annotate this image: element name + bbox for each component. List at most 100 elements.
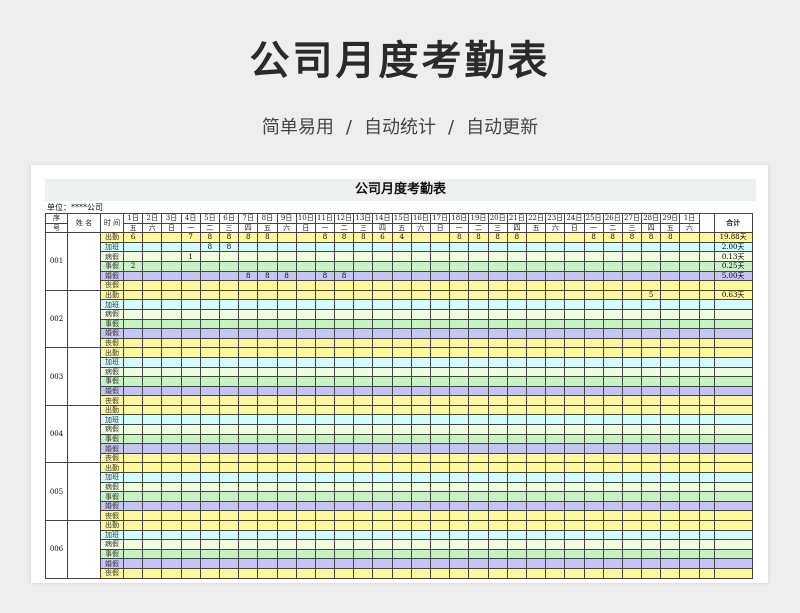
table-row: 婚假	[46, 443, 753, 454]
day-cell	[410, 424, 432, 435]
day-header: 7日	[238, 213, 259, 224]
day-cell	[564, 452, 585, 464]
day-cell: 8	[257, 232, 278, 243]
day-cell	[468, 529, 489, 541]
day-cell	[199, 318, 220, 330]
weekday-header: 五	[525, 222, 547, 234]
day-cell	[276, 395, 297, 406]
day-cell	[314, 548, 336, 560]
day-cell	[122, 356, 144, 368]
day-cell	[602, 462, 623, 474]
day-cell	[468, 539, 489, 550]
weekday-header: 四	[506, 222, 527, 234]
day-cell	[334, 510, 355, 521]
day-cell	[391, 385, 412, 397]
day-cell	[295, 558, 316, 569]
day-cell	[545, 452, 566, 464]
day-cell	[468, 347, 489, 358]
day-cell	[525, 395, 547, 406]
day-cell	[564, 337, 585, 349]
day-cell	[334, 241, 355, 253]
day-cell: 8	[506, 232, 527, 243]
day-cell	[525, 232, 547, 243]
day-cell	[257, 347, 278, 358]
day-cell	[429, 356, 451, 368]
day-cell	[583, 424, 604, 435]
day-cell	[122, 308, 144, 320]
day-cell	[449, 299, 470, 310]
day-header: 10日	[295, 213, 316, 224]
day-cell	[372, 567, 393, 579]
day-cell	[391, 433, 412, 445]
day-cell	[142, 232, 163, 243]
weekday-header: 二	[334, 222, 355, 234]
day-cell	[334, 558, 355, 569]
day-cell	[238, 395, 259, 406]
day-cell	[218, 347, 240, 358]
day-cell	[122, 366, 144, 378]
day-cell	[525, 510, 547, 521]
day-cell	[353, 414, 374, 426]
day-cell	[122, 424, 144, 435]
day-cell	[218, 337, 240, 349]
day-cell	[391, 520, 412, 531]
day-header: 22日	[525, 213, 547, 224]
day-cell	[545, 376, 566, 387]
day-cell	[276, 299, 297, 310]
day-cell	[199, 385, 220, 397]
day-cell	[334, 414, 355, 426]
day-cell	[583, 328, 604, 339]
day-cell	[161, 481, 182, 493]
day-header: 2日	[142, 213, 163, 224]
day-cell	[525, 308, 547, 320]
total-cell	[713, 404, 753, 416]
day-cell	[199, 280, 220, 291]
table-row: 病假	[46, 366, 753, 378]
day-cell	[449, 308, 470, 320]
day-cell	[353, 251, 374, 262]
day-cell	[641, 548, 662, 560]
day-cell	[199, 443, 220, 454]
category-label: 丧假	[100, 395, 124, 406]
day-cell	[679, 558, 700, 569]
subtitle-separator: /	[448, 117, 455, 138]
day-cell	[161, 385, 182, 397]
category-label: 加班	[100, 529, 124, 541]
day-cell	[353, 462, 374, 474]
day-cell	[564, 500, 585, 512]
day-cell	[564, 385, 585, 397]
spacer-cell	[698, 462, 715, 474]
day-cell	[545, 337, 566, 349]
day-cell	[583, 337, 604, 349]
day-cell	[545, 251, 566, 262]
day-cell	[449, 510, 470, 521]
day-cell	[583, 472, 604, 483]
category-label: 加班	[100, 414, 124, 426]
day-cell	[391, 299, 412, 310]
day-header: 11日	[314, 213, 336, 224]
spacer-header	[698, 212, 715, 234]
day-cell	[679, 424, 700, 435]
day-cell	[276, 433, 297, 445]
day-cell	[218, 548, 240, 560]
day-cell	[660, 414, 681, 426]
day-cell	[122, 280, 144, 291]
day-cell	[449, 347, 470, 358]
day-cell	[641, 385, 662, 397]
day-cell	[142, 529, 163, 541]
day-cell	[314, 529, 336, 541]
day-cell	[199, 366, 220, 378]
day-cell	[353, 289, 374, 301]
day-cell	[180, 567, 201, 579]
day-cell	[218, 520, 240, 531]
spacer-cell	[698, 452, 715, 464]
day-cell	[314, 347, 336, 358]
day-cell	[545, 241, 566, 253]
day-cell	[487, 539, 508, 550]
day-cell	[122, 289, 144, 301]
day-cell	[468, 520, 489, 531]
day-cell	[161, 539, 182, 550]
day-cell	[621, 491, 643, 502]
day-cell	[353, 567, 374, 579]
day-cell	[449, 356, 470, 368]
